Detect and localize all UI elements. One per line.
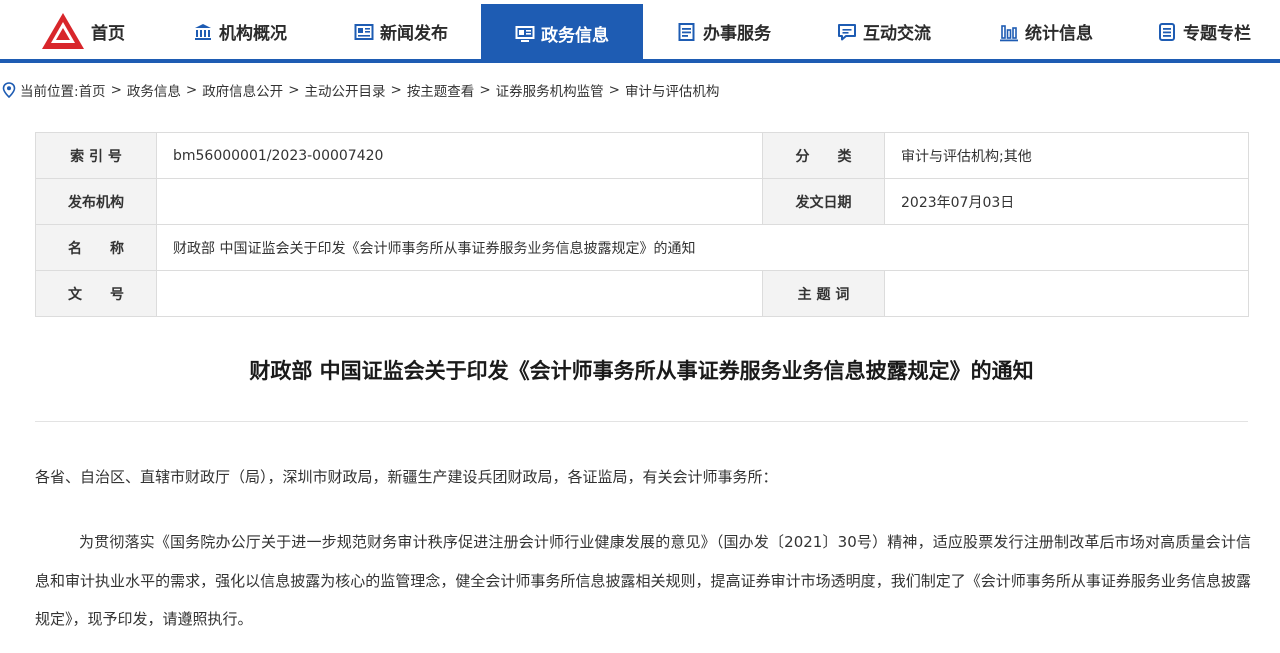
breadcrumb-item-securities-supervision[interactable]: 证券服务机构监管: [496, 80, 604, 100]
nav-item-services[interactable]: 办事服务: [668, 4, 780, 59]
nav-label: 首页: [91, 24, 125, 44]
nav-underline: [0, 59, 1280, 63]
document-salutation: 各省、自治区、直辖市财政厅（局），深圳市财政局，新疆生产建设兵团财政局，各证监局…: [35, 468, 778, 486]
index-number-label: 索 引 号: [35, 132, 157, 179]
nav-item-home[interactable]: 首页: [38, 4, 128, 59]
breadcrumb-separator: >: [479, 82, 491, 98]
nav-label: 专题专栏: [1183, 24, 1251, 44]
breadcrumb-prefix: 当前位置:: [20, 84, 79, 100]
table-row: 名 称 财政部 中国证监会关于印发《会计师事务所从事证券服务业务信息披露规定》的…: [35, 224, 1249, 271]
nav-label: 机构概况: [219, 24, 287, 44]
table-row: 索 引 号 bm56000001/2023-00007420 分 类 审计与评估…: [35, 132, 1249, 179]
breadcrumb-separator: >: [185, 82, 198, 98]
issue-date-label: 发文日期: [762, 178, 885, 225]
breadcrumb-item-catalog[interactable]: 主动公开目录: [305, 80, 386, 100]
doc-name-label: 名 称: [35, 224, 157, 271]
monitor-icon: [515, 24, 535, 44]
breadcrumb-item-gov-info[interactable]: 政务信息: [127, 80, 181, 100]
logo-icon: [41, 12, 85, 52]
nav-item-org[interactable]: 机构概况: [185, 4, 295, 59]
news-icon: [354, 22, 374, 42]
publisher-value: [156, 178, 763, 225]
keywords-label: 主 题 词: [762, 270, 885, 317]
breadcrumb-separator: >: [390, 82, 402, 98]
breadcrumb-separator: >: [288, 82, 300, 98]
category-value: 审计与评估机构;其他: [884, 132, 1249, 179]
location-pin-icon: [2, 82, 16, 98]
document-paragraph: 为贯彻落实《国务院办公厅关于进一步规范财务审计秩序促进注册会计师行业健康发展的意…: [35, 533, 1251, 628]
doc-number-label: 文 号: [35, 270, 157, 317]
nav-item-topics[interactable]: 专题专栏: [1148, 4, 1260, 59]
table-row: 文 号 主 题 词: [35, 270, 1249, 317]
nav-item-statistics[interactable]: 统计信息: [990, 4, 1102, 59]
breadcrumb-item-audit-agencies[interactable]: 审计与评估机构: [625, 80, 720, 100]
document-title: 财政部 中国证监会关于印发《会计师事务所从事证券服务业务信息披露规定》的通知: [249, 359, 1034, 383]
title-divider: [35, 421, 1248, 422]
nav-item-gov-info[interactable]: 政务信息: [481, 4, 643, 63]
nav-item-news[interactable]: 新闻发布: [345, 4, 457, 59]
breadcrumb-item-disclosure[interactable]: 政府信息公开: [202, 80, 283, 100]
bar-chart-icon: [999, 22, 1019, 42]
nav-label: 政务信息: [541, 26, 609, 46]
doc-number-value: [156, 270, 763, 317]
table-row: 发布机构 发文日期 2023年07月03日: [35, 178, 1249, 225]
document-icon: [1157, 22, 1177, 42]
nav-item-interaction[interactable]: 互动交流: [828, 4, 940, 59]
building-icon: [193, 22, 213, 42]
index-number-value: bm56000001/2023-00007420: [156, 132, 763, 179]
nav-label: 统计信息: [1025, 24, 1093, 44]
nav-label: 互动交流: [863, 24, 931, 44]
doc-name-value: 财政部 中国证监会关于印发《会计师事务所从事证券服务业务信息披露规定》的通知: [156, 224, 1249, 271]
keywords-value: [884, 270, 1249, 317]
category-label: 分 类: [762, 132, 885, 179]
list-icon: [677, 22, 697, 42]
breadcrumb: 当前位置: 首页 > 政务信息 > 政府信息公开 > 主动公开目录 > 按主题查…: [0, 72, 1280, 108]
chat-icon: [837, 22, 857, 42]
breadcrumb-separator: >: [110, 82, 122, 98]
nav-label: 新闻发布: [380, 24, 448, 44]
publisher-label: 发布机构: [35, 178, 157, 225]
issue-date-value: 2023年07月03日: [884, 178, 1249, 225]
nav-label: 办事服务: [703, 24, 771, 44]
top-nav: 首页 机构概况 新闻发布 政务信息 办事服务 互动交流 统计信息 专题专栏: [0, 0, 1280, 63]
breadcrumb-item-home[interactable]: 首页: [79, 80, 106, 100]
document-meta-table: 索 引 号 bm56000001/2023-00007420 分 类 审计与评估…: [35, 132, 1249, 317]
breadcrumb-item-by-topic[interactable]: 按主题查看: [407, 80, 475, 100]
breadcrumb-separator: >: [608, 82, 620, 98]
